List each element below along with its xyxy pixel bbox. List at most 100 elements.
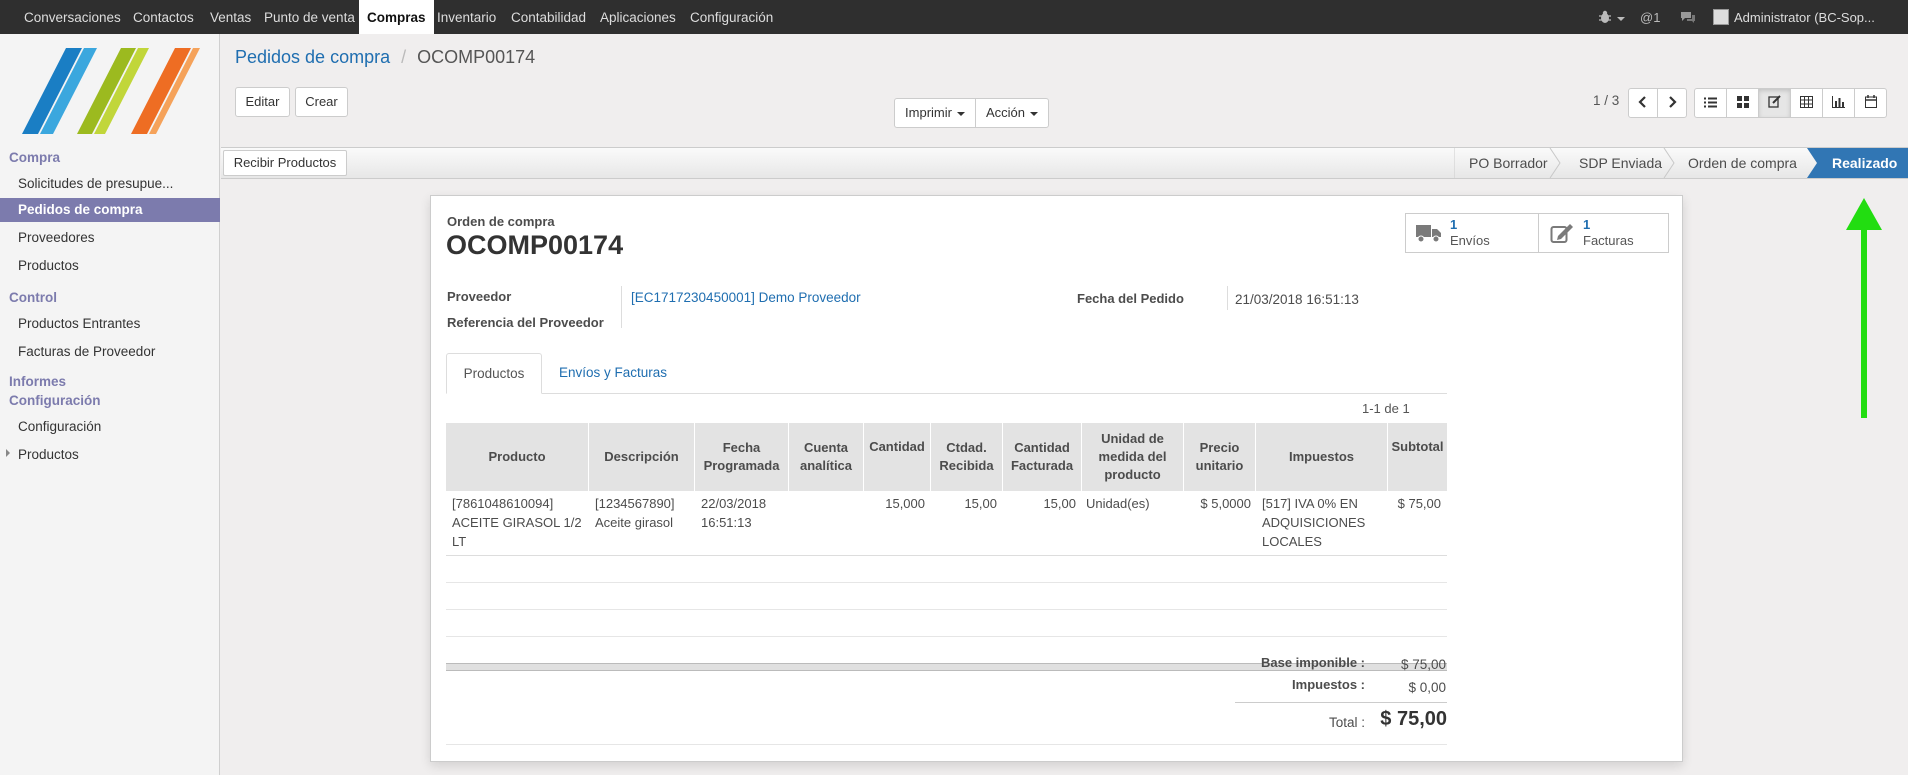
kanban-icon [1736,96,1749,108]
col-cuenta-analitica[interactable]: Cuenta analítica [789,423,864,491]
menu-contactos[interactable]: Contactos [133,0,194,34]
cell-unidad: Unidad(es) [1086,496,1150,511]
sidebar-section-configuracion: Configuración [9,393,101,408]
col-descripcion[interactable]: Descripción [589,423,695,491]
menu-contabilidad[interactable]: Contabilidad [511,0,586,34]
sidebar-item-productos[interactable]: Productos [0,254,220,278]
menu-punto-de-venta[interactable]: Punto de venta [264,0,355,34]
status-bar: Recibir Productos PO Borrador SDP Enviad… [221,147,1908,179]
cell-precio: $ 5,0000 [1200,496,1251,511]
tab-productos[interactable]: Productos [446,353,542,394]
pager-prev-button[interactable] [1628,88,1658,118]
chevron-right-icon [1669,96,1677,108]
col-fecha-programada[interactable]: Fecha Programada [695,423,789,491]
edit-button[interactable]: Editar [235,87,290,117]
invoices-smart-button[interactable]: 1 Facturas [1540,214,1668,252]
fecha-pedido-value: 21/03/2018 16:51:13 [1235,292,1359,307]
view-calendar-button[interactable] [1854,88,1887,118]
status-po-borrador[interactable]: PO Borrador [1469,148,1548,178]
sidebar-item-configuracion[interactable]: Configuración [0,415,220,439]
sidebar-item-productos-config[interactable]: Productos [0,443,220,467]
sidebar: Compra Solicitudes de presupue... Pedido… [0,34,220,775]
sidebar-item-pedidos-de-compra[interactable]: Pedidos de compra [0,198,220,222]
sidebar-item-proveedores[interactable]: Proveedores [0,226,220,250]
user-menu[interactable]: Administrator (BC-Sop... [1713,0,1875,34]
sidebar-section-control: Control [9,290,57,305]
view-graph-button[interactable] [1822,88,1855,118]
pager-value: 1 / 3 [1593,93,1620,108]
menu-configuracion[interactable]: Configuración [690,0,773,34]
col-ctdad-recibida[interactable]: Ctdad. Recibida [931,423,1003,491]
breadcrumb-parent[interactable]: Pedidos de compra [235,47,390,67]
tab-envios-facturas[interactable]: Envíos y Facturas [559,353,667,393]
menu-aplicaciones[interactable]: Aplicaciones [600,0,676,34]
view-list-button[interactable] [1694,88,1727,118]
base-imponible-label: Base imponible : [1260,655,1365,670]
status-realizado[interactable]: Realizado [1832,148,1897,178]
view-kanban-button[interactable] [1726,88,1759,118]
proveedor-value[interactable]: [EC1717230450001] Demo Proveedor [631,290,861,305]
pager-next-button[interactable] [1657,88,1687,118]
caret-down-icon [1030,111,1039,116]
row-divider [446,636,1447,637]
cell-producto: [7861048610094] ACEITE GIRASOL 1/2 LT [452,496,582,549]
bar-chart-icon [1832,96,1845,108]
col-unidad-medida[interactable]: Unidad de medida del producto [1082,423,1184,491]
col-cantidad-facturada[interactable]: Cantidad Facturada [1003,423,1082,491]
create-button[interactable]: Crear [295,87,348,117]
at-icon: @ [1640,10,1654,25]
menu-inventario[interactable]: Inventario [437,0,496,34]
chevron-left-icon [1638,96,1646,108]
status-sdp-enviada[interactable]: SDP Enviada [1579,148,1662,178]
total-value: $ 75,00 [1380,708,1447,730]
sidebar-item-solicitudes[interactable]: Solicitudes de presupue... [0,172,220,196]
impuestos-label: Impuestos : [1292,677,1365,692]
action-dropdown[interactable]: Acción [975,98,1049,128]
doc-label: Orden de compra [447,214,555,229]
edit-icon [1550,224,1573,243]
cell-facturada: 15,00 [1043,496,1076,511]
status-orden-de-compra[interactable]: Orden de compra [1688,148,1797,178]
calendar-icon [1864,95,1877,108]
table-icon [1800,96,1813,108]
shipments-count: 1 [1450,217,1458,232]
impuestos-value: $ 0,00 [1408,680,1446,695]
view-form-button[interactable] [1758,88,1791,118]
row-divider [446,555,1447,556]
col-producto[interactable]: Producto [446,423,589,491]
sidebar-item-productos-entrantes[interactable]: Productos Entrantes [0,312,220,336]
shipments-smart-button[interactable]: 1 Envíos [1406,214,1539,252]
row-divider [446,609,1447,610]
mentions-indicator[interactable]: @1 [1640,0,1660,34]
cell-fecha: 22/03/2018 16:51:13 [701,496,767,530]
field-divider [621,286,622,328]
cell-cantidad: 15,000 [885,496,925,511]
table-row[interactable]: [7861048610094] ACEITE GIRASOL 1/2 LT [1… [446,491,1447,555]
row-divider [446,582,1447,583]
debug-bug-icon[interactable] [1598,0,1625,34]
menu-compras[interactable]: Compras [359,0,434,34]
top-navbar: Conversaciones Contactos Ventas Punto de… [0,0,1908,34]
breadcrumb-current: OCOMP00174 [417,47,536,67]
receive-products-button[interactable]: Recibir Productos [223,150,347,176]
menu-ventas[interactable]: Ventas [210,0,251,34]
view-pivot-button[interactable] [1790,88,1823,118]
col-subtotal[interactable]: Subtotal [1388,423,1447,491]
form-sheet: Orden de compra OCOMP00174 1 Envíos 1 Fa… [430,195,1683,762]
col-precio-unitario[interactable]: Precio unitario [1184,423,1256,491]
field-divider [1227,286,1228,310]
print-dropdown[interactable]: Imprimir [894,98,976,128]
col-impuestos[interactable]: Impuestos [1256,423,1388,491]
fecha-pedido-label: Fecha del Pedido [1077,291,1184,306]
sidebar-section-compra: Compra [9,150,61,165]
col-cantidad[interactable]: Cantidad [864,423,931,491]
tabs-border [446,393,1447,394]
list-icon [1704,97,1717,108]
sidebar-item-facturas-proveedor[interactable]: Facturas de Proveedor [0,340,220,364]
menu-conversaciones[interactable]: Conversaciones [24,0,121,34]
cell-impuestos: [517] IVA 0% EN ADQUISICIONES LOCALES [1262,496,1366,549]
caret-down-icon [956,111,965,116]
cell-subtotal: $ 75,00 [1397,496,1441,511]
sidebar-section-informes[interactable]: Informes [9,374,66,389]
chat-icon[interactable] [1680,0,1696,34]
